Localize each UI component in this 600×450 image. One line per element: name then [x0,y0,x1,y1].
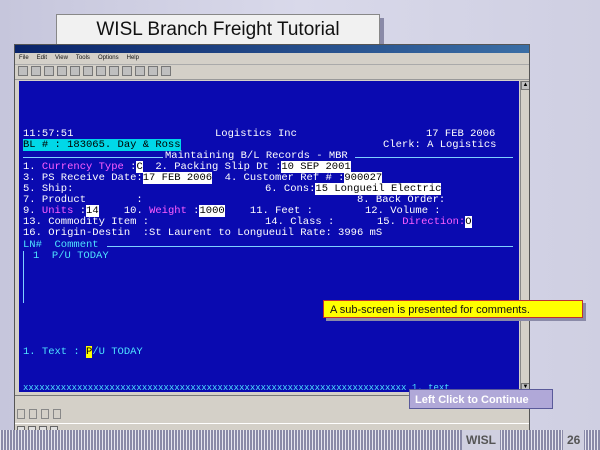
direction-label: Direction: [402,216,466,228]
terminal-screen[interactable]: 11:57:51 Logistics Inc 17 FEB 2006 BL # … [19,81,519,393]
clerk-name: Clerk: A Logistics [383,139,497,151]
menu-help[interactable]: Help [127,53,139,64]
comment-row[interactable]: 1 P/U TODAY [33,251,109,262]
bl-number: BL # : 183065. Day & Ross [23,139,181,151]
status-panel-2 [29,408,37,419]
weight-label: Weight [149,205,187,217]
function-key-line: xxxxxxxxxxxxxxxxxxxxxxxxxxxxxxxxxxxxxxxx… [23,383,450,393]
cut-icon[interactable] [70,66,80,76]
paste-icon[interactable] [96,66,106,76]
new-icon[interactable] [18,66,28,76]
weight-field[interactable]: 1000 [199,205,225,217]
menu-options[interactable]: Options [98,53,119,64]
title-rule-right [355,157,513,158]
page-number: 26 [563,430,585,450]
slide-title: WISL Branch Freight Tutorial [56,14,380,46]
vertical-scrollbar[interactable]: ▲ ▼ [520,81,529,392]
print-icon[interactable] [57,66,67,76]
comment-rule [107,246,513,247]
comment-box-left [23,251,24,303]
continue-button[interactable]: Left Click to Continue [409,389,553,409]
direction-row: 15. Direction:O [377,216,472,228]
disconnect-icon[interactable] [135,66,145,76]
menu-edit[interactable]: Edit [37,53,47,64]
text-input-row[interactable]: 1. Text : P/U TODAY [23,346,143,358]
direction-field[interactable]: O [465,216,472,228]
settings-icon[interactable] [148,66,158,76]
status-panel-1 [17,408,25,419]
tutorial-callout: A sub-screen is presented for comments. [323,300,583,318]
menu-file[interactable]: File [19,53,29,64]
save-icon[interactable] [44,66,54,76]
scroll-up-icon[interactable]: ▲ [521,81,529,90]
footer-brand: WISL [462,430,500,450]
status-panel-3 [41,408,49,419]
menu-tools[interactable]: Tools [76,53,90,64]
find-icon[interactable] [109,66,119,76]
origin-destination-row: 16. Origin-Destin :St Laurent to Longueu… [23,227,383,239]
footer-band [0,430,600,450]
menu-view[interactable]: View [55,53,68,64]
help-icon[interactable] [161,66,171,76]
ps-receive-date-field[interactable]: 17 FEB 2006 [142,172,213,184]
application-window: File Edit View Tools Options Help 11:57:… [14,44,530,438]
title-rule-left [23,157,163,158]
open-icon[interactable] [31,66,41,76]
copy-icon[interactable] [83,66,93,76]
connect-icon[interactable] [122,66,132,76]
company-name: Logistics Inc [215,128,297,140]
status-panel-4 [53,408,61,419]
window-titlebar [15,45,529,53]
toolbar [15,65,529,80]
menu-bar: File Edit View Tools Options Help [15,53,529,65]
